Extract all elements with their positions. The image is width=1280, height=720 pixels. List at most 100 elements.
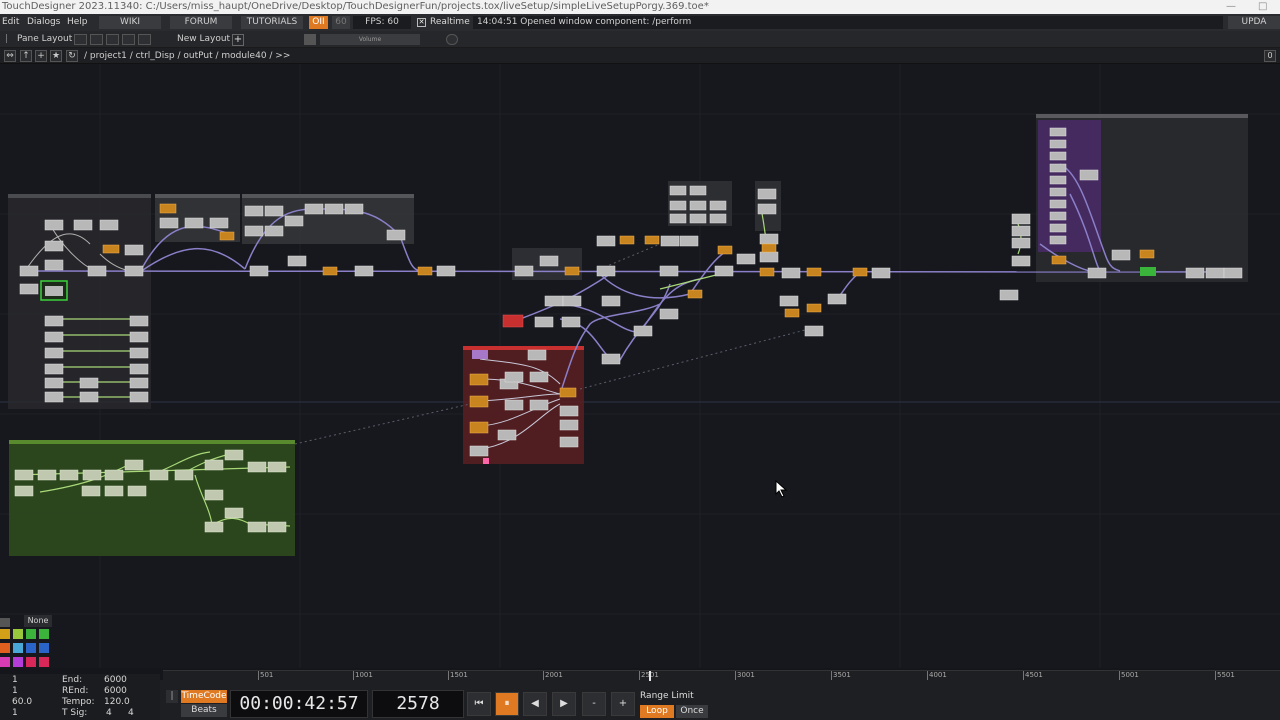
timeline-ruler[interactable]: 501 1001 1501 2001 2501 3001 3501 4001 4… [163,670,1280,681]
back-arrows-icon[interactable]: ⇔ [4,50,16,62]
timeline-tick: 5501 [1215,671,1235,680]
rate-value[interactable]: 60.0 [12,697,32,707]
slower-button[interactable]: - [582,692,606,716]
fps-display: FPS: 60 [353,16,411,29]
palette-none-button[interactable]: None [24,615,52,627]
tsig-denominator[interactable]: 4 [128,708,134,718]
window-title-bar: TouchDesigner 2023.11340: C:/Users/miss_… [0,0,1280,14]
end-label: End: [62,675,83,685]
forum-button[interactable]: FORUM [170,16,232,29]
tsig-start-value: 1 [12,708,18,718]
new-layout-label: New Layout [177,34,231,44]
beats-toggle[interactable]: Beats [181,704,227,717]
up-arrow-icon[interactable]: ↑ [20,50,32,62]
pane-layout-1-icon[interactable] [74,34,87,45]
fps-target-button[interactable]: 60 [332,16,350,29]
network-path[interactable]: / project1 / ctrl_Disp / outPut / module… [84,48,290,64]
frame-display[interactable]: 2578 [372,690,464,718]
network-editor[interactable] [0,64,1280,668]
faster-button[interactable]: + [611,692,635,716]
menu-help[interactable]: Help [67,14,88,31]
tsig-numerator[interactable]: 4 [106,708,112,718]
palette-swatch[interactable] [26,643,36,653]
pane-layout-label: Pane Layout [17,34,73,44]
color-palette: None [0,615,52,670]
timeline-tick: 4001 [927,671,947,680]
rewind-to-start-button[interactable]: ⏮ [467,692,491,716]
tempo-value[interactable]: 120.0 [104,697,130,707]
update-button[interactable]: UPDA [1228,16,1280,29]
tsig-label: T Sig: [62,708,88,718]
once-toggle[interactable]: Once [676,705,708,718]
palette-swatch[interactable] [0,618,10,627]
timecode-display[interactable]: 00:00:42:57 [230,690,368,718]
minimize-icon[interactable]: — [1226,0,1236,14]
rend-value[interactable]: 6000 [104,686,127,696]
rend-label: REnd: [62,686,89,696]
timeline-tick: 4501 [1023,671,1043,680]
volume-icon[interactable] [304,34,316,45]
maximize-icon[interactable]: □ [1258,0,1267,14]
volume-slider[interactable]: Volume [320,34,420,45]
node-group-purple [1038,120,1101,252]
fps-value: 60 [387,17,399,27]
palette-swatch[interactable] [13,643,23,653]
pause-button[interactable]: ⏸ [495,692,519,716]
tutorials-button[interactable]: TUTORIALS [241,16,303,29]
timeline-options-icon[interactable]: | [166,690,178,703]
path-bar: ⇔ ↑ + ★ ↻ / project1 / ctrl_Disp / outPu… [0,48,1280,64]
timeline-tick: 3001 [735,671,755,680]
link-icon[interactable]: ↻ [66,50,78,62]
palette-swatch[interactable] [39,643,49,653]
mouse-cursor-icon [775,480,788,498]
end-value[interactable]: 6000 [104,675,127,685]
step-forward-button[interactable]: ▶ [552,692,576,716]
start-value[interactable]: 1 [12,675,18,685]
playhead-marker[interactable] [649,671,651,681]
timeline-tick: 1501 [448,671,468,680]
window-title: TouchDesigner 2023.11340: C:/Users/miss_… [2,1,709,12]
palette-swatch[interactable] [0,629,10,639]
timeline-tick: 5001 [1119,671,1139,680]
audio-device-icon[interactable] [446,34,458,45]
status-message: 14:04:51 Opened window component: /perfo… [473,16,1223,29]
palette-swatch[interactable] [26,629,36,639]
loop-toggle[interactable]: Loop [640,705,674,718]
step-back-button[interactable]: ◀ [523,692,547,716]
range-panel: 1 1 60.0 1 End: 6000 REnd: 6000 Tempo: 1… [0,674,160,720]
new-layout-add-button[interactable]: + [232,34,244,46]
palette-swatch[interactable] [39,657,49,667]
timeline-tick: 501 [258,671,274,680]
tempo-label: Tempo: [62,697,95,707]
network-graph [0,64,1280,668]
palette-swatch[interactable] [39,629,49,639]
pane-layout-5-icon[interactable] [138,34,151,45]
range-limit-label: Range Limit [640,691,694,701]
path-right-value: 0 [1264,50,1276,62]
palette-swatch[interactable] [26,657,36,667]
realtime-label: Realtime [430,17,470,27]
palette-swatch[interactable] [0,657,10,667]
palette-swatch[interactable] [13,629,23,639]
wiki-button[interactable]: WIKI [99,16,161,29]
pane-layout-2-icon[interactable] [90,34,103,45]
pane-bar: | Pane Layout New Layout + Volume [0,31,1280,48]
timeline-tick: 1001 [353,671,373,680]
timecode-toggle[interactable]: TimeCode [181,690,227,703]
add-icon[interactable]: + [35,50,47,62]
menu-bar: Edit Dialogs Help WIKI FORUM TUTORIALS O… [0,14,1280,31]
realtime-checkbox[interactable]: ✕ [417,18,426,27]
palette-swatch[interactable] [13,657,23,667]
pane-divider-icon: | [5,34,9,44]
star-icon[interactable]: ★ [50,50,62,62]
menu-dialogs[interactable]: Dialogs [27,14,60,31]
pane-layout-3-icon[interactable] [106,34,119,45]
pane-layout-4-icon[interactable] [122,34,135,45]
timeline-tick: 2001 [543,671,563,680]
fps-label: FPS: [365,17,385,27]
palette-swatch[interactable] [0,643,10,653]
menu-edit[interactable]: Edit [2,14,19,31]
oii-button[interactable]: OII [309,16,328,29]
node-group-green [9,440,295,556]
rstart-value[interactable]: 1 [12,686,18,696]
